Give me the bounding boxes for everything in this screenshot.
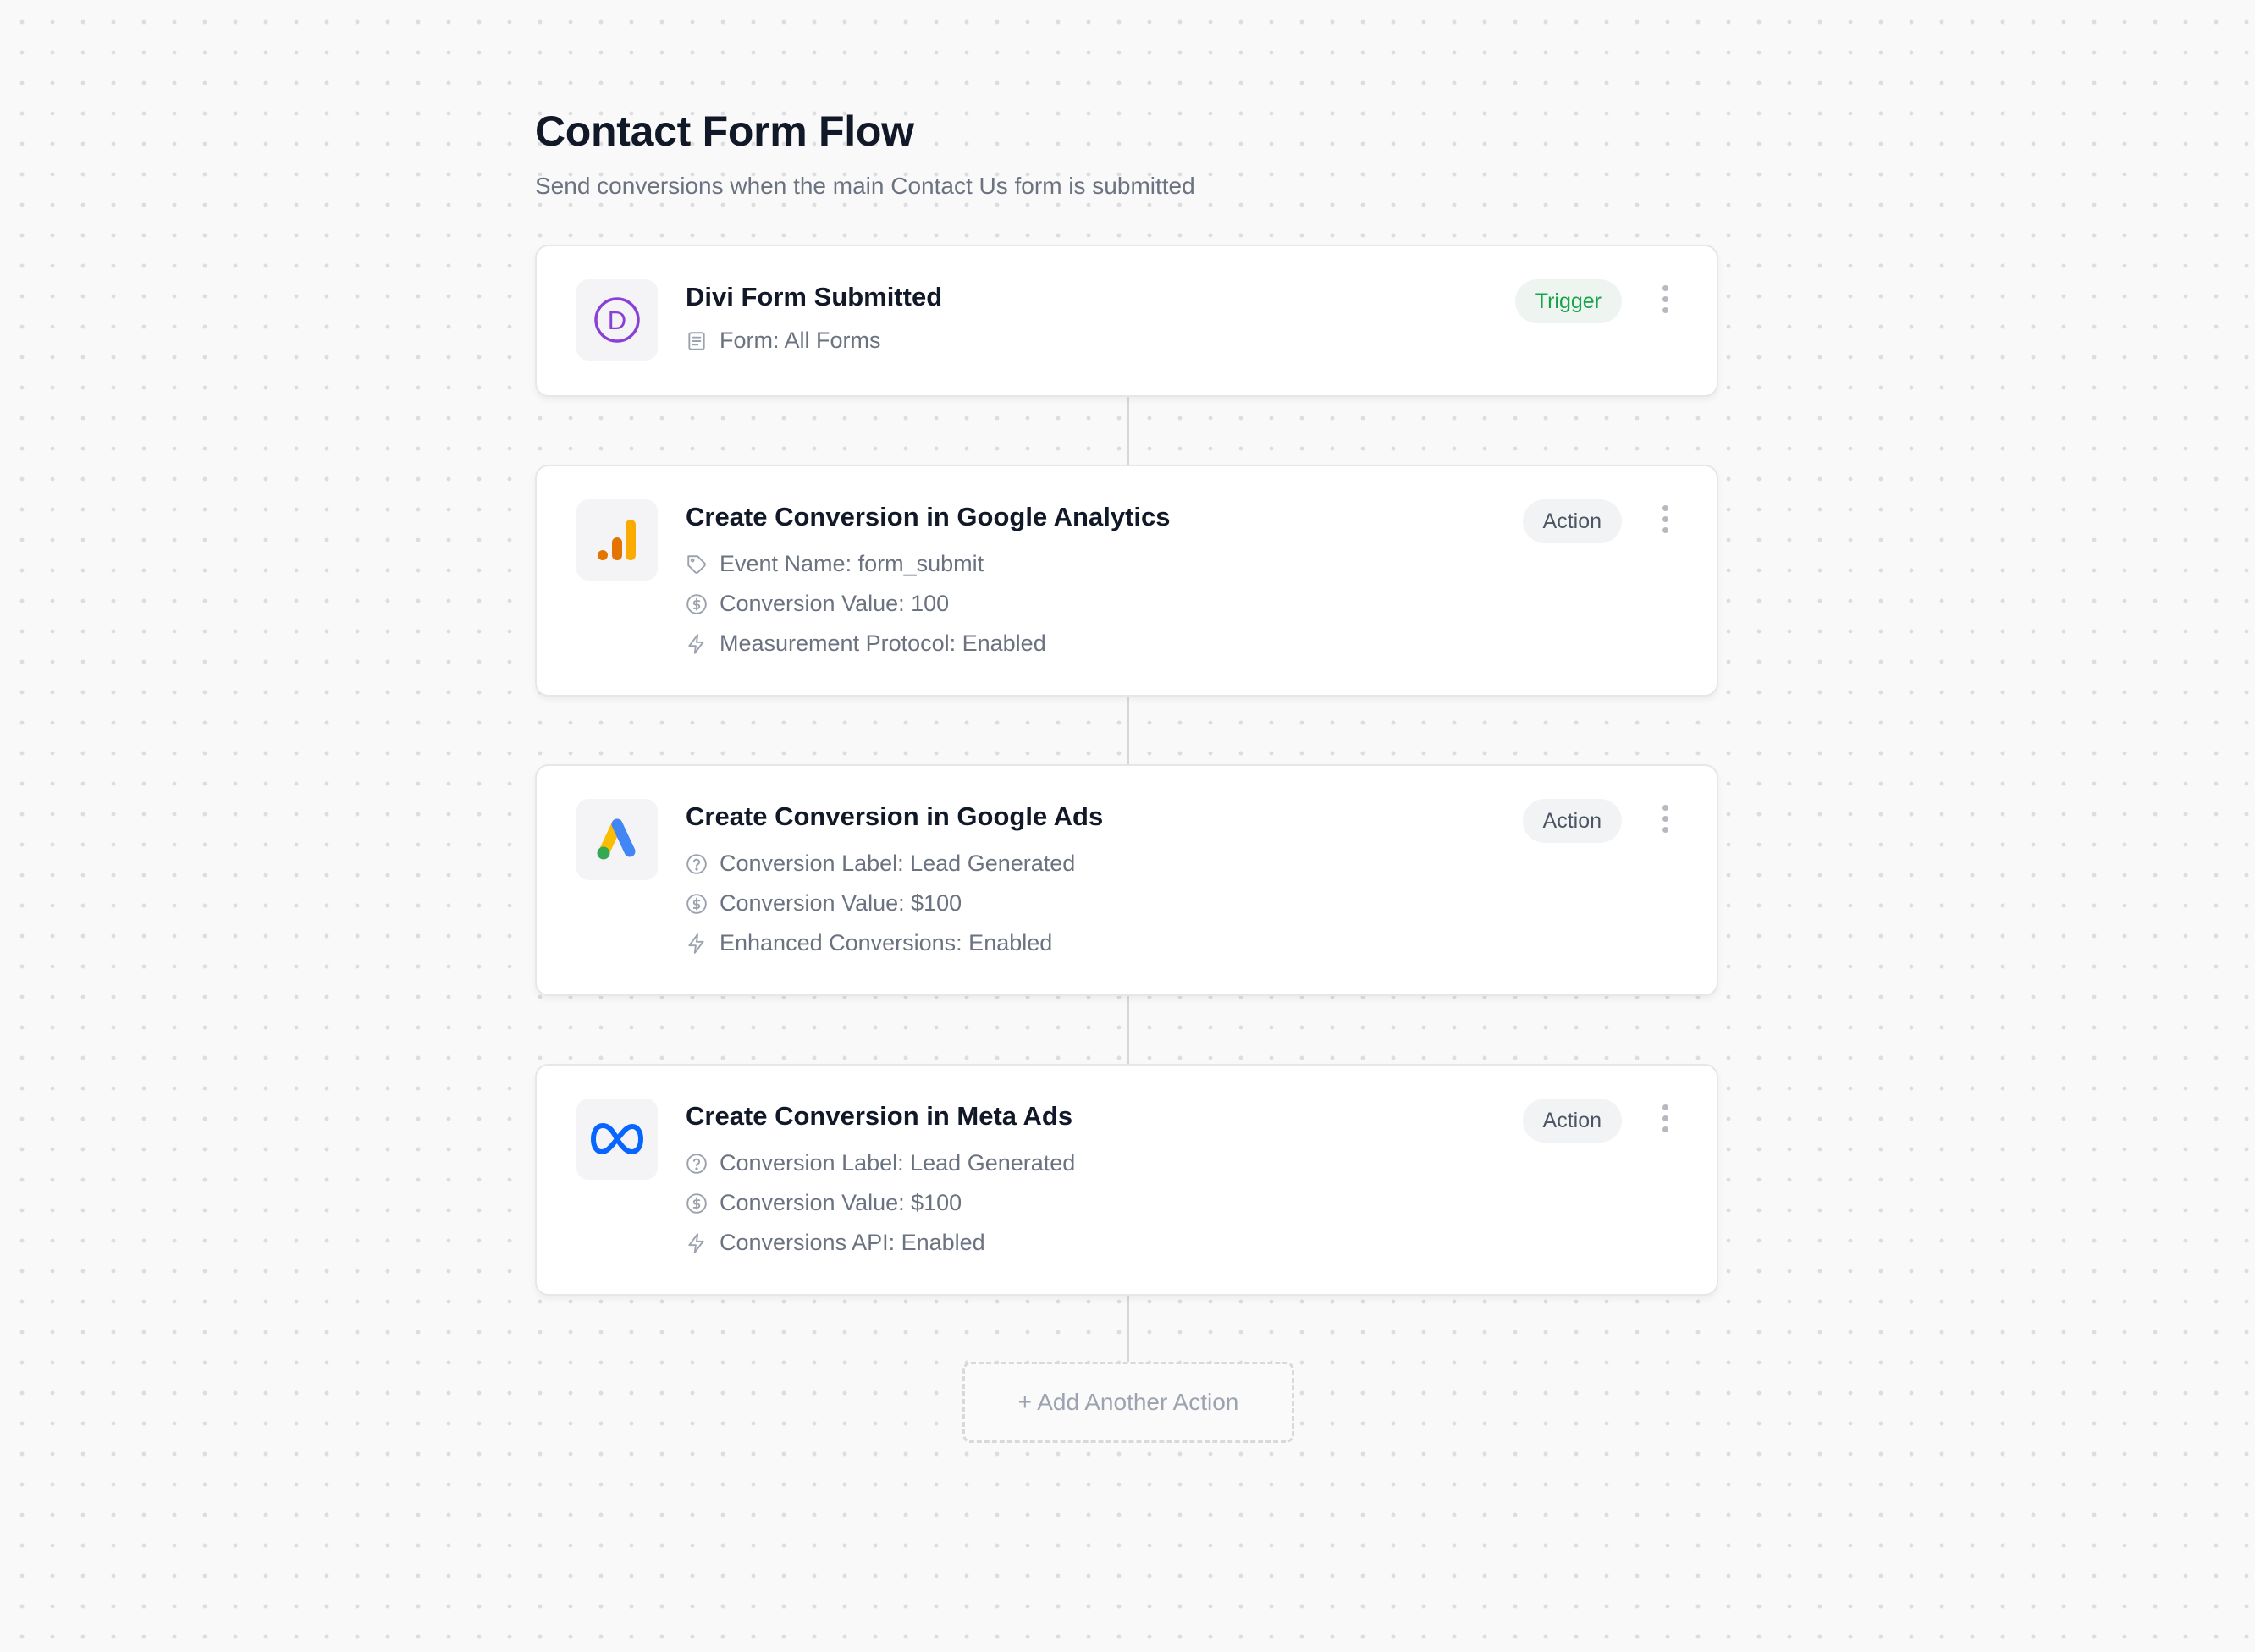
add-action-button[interactable]: + Add Another Action	[962, 1362, 1294, 1443]
connector-line	[1128, 1296, 1129, 1363]
detail-text: Measurement Protocol: Enabled	[720, 631, 1046, 656]
detail-text: Conversion Label: Lead Generated	[720, 1150, 1076, 1176]
detail-row: Conversion Label: Lead Generated	[686, 851, 1075, 877]
detail-text: Conversion Label: Lead Generated	[720, 851, 1076, 876]
more-options-icon[interactable]	[1662, 805, 1669, 834]
detail-text: Enhanced Conversions: Enabled	[720, 930, 1053, 955]
google-ads-logo	[576, 799, 658, 880]
dollar-icon	[686, 593, 707, 614]
connector-line	[1128, 397, 1129, 465]
dollar-icon	[686, 893, 707, 914]
card-title: Divi Form Submitted	[686, 282, 943, 311]
action-card-google-analytics[interactable]: Create Conversion in Google Analytics Ev…	[535, 465, 1718, 697]
detail-row: Conversion Value: $100	[686, 890, 962, 917]
meta-icon	[591, 1123, 643, 1154]
detail-row: Conversion Label: Lead Generated	[686, 1150, 1075, 1176]
more-options-icon[interactable]	[1662, 285, 1669, 314]
detail-row: Conversions API: Enabled	[686, 1230, 985, 1256]
divi-logo: D	[576, 279, 658, 361]
detail-text: Conversion Value: $100	[720, 890, 962, 916]
bolt-icon	[688, 1232, 704, 1253]
trigger-badge: Trigger	[1514, 279, 1622, 323]
action-card-google-ads[interactable]: Create Conversion in Google Ads Conversi…	[535, 764, 1718, 996]
tag-icon	[687, 554, 706, 574]
dollar-icon	[686, 1192, 707, 1214]
card-title: Create Conversion in Google Ads	[686, 801, 1104, 831]
page-title: Contact Form Flow	[535, 107, 914, 155]
detail-text: Conversions API: Enabled	[720, 1230, 985, 1255]
bolt-icon	[688, 633, 704, 654]
trigger-card[interactable]: D Divi Form Submitted Form: All Forms Tr…	[535, 245, 1718, 397]
more-options-icon[interactable]	[1662, 1104, 1669, 1133]
card-title: Create Conversion in Google Analytics	[686, 502, 1171, 531]
more-options-icon[interactable]	[1662, 505, 1669, 534]
detail-row: Conversion Value: $100	[686, 1190, 962, 1216]
svg-text:D: D	[608, 306, 626, 335]
detail-text: Event Name: form_submit	[720, 551, 984, 576]
page-subtitle: Send conversions when the main Contact U…	[535, 173, 1195, 199]
google-analytics-logo	[576, 499, 658, 581]
detail-row: Enhanced Conversions: Enabled	[686, 930, 1052, 956]
card-title: Create Conversion in Meta Ads	[686, 1101, 1073, 1131]
detail-row: Conversion Value: 100	[686, 591, 949, 617]
detail-row: Form: All Forms	[686, 328, 881, 354]
connector-line	[1128, 697, 1129, 764]
meta-logo	[576, 1099, 658, 1180]
google-analytics-icon	[598, 520, 636, 560]
bolt-icon	[688, 933, 704, 954]
detail-text: Form: All Forms	[720, 328, 881, 353]
google-ads-icon	[597, 818, 636, 860]
action-badge: Action	[1522, 1099, 1622, 1143]
divi-icon: D	[594, 297, 640, 343]
help-circle-icon	[686, 853, 707, 874]
action-badge: Action	[1522, 499, 1622, 543]
detail-text: Conversion Value: $100	[720, 1190, 962, 1215]
detail-row: Measurement Protocol: Enabled	[686, 631, 1046, 657]
detail-text: Conversion Value: 100	[720, 591, 950, 616]
detail-row: Event Name: form_submit	[686, 551, 984, 577]
action-badge: Action	[1522, 799, 1622, 843]
action-card-meta-ads[interactable]: Create Conversion in Meta Ads Conversion…	[535, 1064, 1718, 1296]
help-circle-icon	[686, 1153, 707, 1174]
form-icon	[688, 331, 705, 350]
connector-line	[1128, 996, 1129, 1064]
